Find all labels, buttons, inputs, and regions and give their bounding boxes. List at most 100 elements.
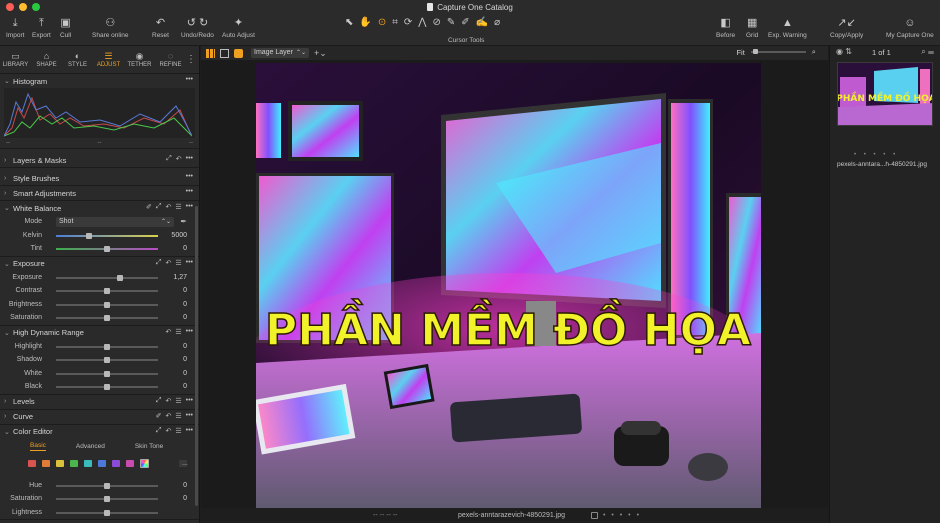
menu-icon[interactable]: ☰ <box>175 412 181 420</box>
more-icon[interactable]: ••• <box>186 203 193 211</box>
saturation-value[interactable]: 0 <box>183 314 187 321</box>
black-slider[interactable] <box>56 384 158 390</box>
import-button[interactable]: ⤓ Import <box>6 17 24 39</box>
shadow-slider[interactable] <box>56 357 158 363</box>
swatch-cyan[interactable] <box>84 460 92 467</box>
auto-icon[interactable]: ⤢ <box>156 203 162 211</box>
eye-icon[interactable] <box>234 48 243 58</box>
auto-icon[interactable]: ⤢ <box>156 427 162 435</box>
tool-panel-scrollbar[interactable] <box>195 206 198 506</box>
search-icon[interactable]: ⌕ ☰ <box>921 47 934 57</box>
export-button[interactable]: ⤒ Export <box>32 17 51 39</box>
black-slider-handle[interactable] <box>104 384 110 390</box>
saturation-slider[interactable] <box>56 315 158 321</box>
swatch-blue[interactable] <box>98 460 106 467</box>
kelvin-value[interactable]: 5000 <box>171 232 187 239</box>
more-icon[interactable]: ••• <box>186 328 193 336</box>
zoom-slider-handle[interactable] <box>752 49 758 54</box>
highlight-slider[interactable] <box>56 343 158 350</box>
grid-button[interactable]: ▦ Grid <box>746 17 758 39</box>
select-cursor-icon[interactable]: ⬉ <box>345 17 353 28</box>
more-icon[interactable]: ••• <box>186 76 193 83</box>
ruler-cursor-icon[interactable]: ⌀ <box>494 17 500 28</box>
tint-slider[interactable] <box>56 246 158 252</box>
menu-icon[interactable]: ☰ <box>175 397 181 405</box>
tab-tether[interactable]: ◉ TETHER <box>124 46 155 73</box>
tab-advanced[interactable]: Advanced <box>76 443 105 450</box>
reset-icon[interactable]: ↶ <box>165 328 171 336</box>
lightness-slider[interactable] <box>56 509 158 516</box>
more-icon[interactable]: ••• <box>186 155 193 163</box>
wb-mode-select[interactable]: Shot ⌃⌄ <box>56 217 174 227</box>
more-icon[interactable]: ••• <box>186 397 193 405</box>
white-slider[interactable] <box>56 370 158 377</box>
white-slider-handle[interactable] <box>104 370 110 377</box>
tab-skin-tone[interactable]: Skin Tone <box>135 443 163 450</box>
reset-icon[interactable]: ↶ <box>165 203 171 211</box>
menu-icon[interactable]: ☰ <box>175 427 181 435</box>
tab-refine[interactable]: ◌ REFINE <box>155 46 186 73</box>
picker-cursor-icon[interactable]: ✐ <box>461 17 469 28</box>
tab-library[interactable]: ▭ LIBRARY <box>0 46 31 73</box>
reset-icon[interactable]: ↶ <box>165 259 171 267</box>
annotate-cursor-icon[interactable]: ✍ <box>476 17 488 28</box>
zoom-level[interactable]: Fit <box>736 48 744 57</box>
hue-slider[interactable] <box>56 482 158 489</box>
eye-icon[interactable]: ◉ ⇅ <box>836 47 852 56</box>
contrast-value[interactable]: 0 <box>183 287 187 294</box>
tab-style[interactable]: ◐ STYLE <box>62 46 93 73</box>
reset-icon[interactable]: ↶ <box>165 427 171 435</box>
before-button[interactable]: ◧ Before <box>716 17 735 39</box>
saturation-slider-handle[interactable] <box>104 315 110 321</box>
grid-view-icon[interactable] <box>206 48 215 58</box>
white-value[interactable]: 0 <box>183 370 187 377</box>
exposure-slider-handle[interactable] <box>117 274 124 281</box>
picker-icon[interactable]: ✐ <box>146 203 152 211</box>
style-brushes-header[interactable]: › Style Brushes ••• <box>0 171 199 185</box>
swatch-orange[interactable] <box>42 460 50 467</box>
shadow-value[interactable]: 0 <box>183 356 187 363</box>
hue-slider-handle[interactable] <box>104 482 110 489</box>
layers-header[interactable]: › Layers & Masks ⤢ ↶ ••• <box>0 153 199 167</box>
swatch-red[interactable] <box>28 460 36 467</box>
smart-adjustments-header[interactable]: › Smart Adjustments ••• <box>0 186 199 200</box>
hue-value[interactable]: 0 <box>183 482 187 489</box>
more-icon[interactable]: ••• <box>186 427 193 435</box>
ce-saturation-value[interactable]: 0 <box>183 495 187 502</box>
menu-icon[interactable]: ☰ <box>175 259 181 267</box>
auto-icon[interactable]: ⤢ <box>156 397 162 405</box>
tab-adjust[interactable]: ☰ ADJUST <box>93 46 124 73</box>
kelvin-slider-handle[interactable] <box>85 232 92 239</box>
my-capture-one-button[interactable]: ☺ My Capture One <box>886 17 934 39</box>
menu-icon[interactable]: ☰ <box>175 328 181 336</box>
lightness-slider-handle[interactable] <box>104 509 110 516</box>
shadow-slider-handle[interactable] <box>104 357 110 363</box>
zoom-window-button[interactable] <box>32 3 40 11</box>
add-layer-icon[interactable]: +⌄ <box>314 48 327 59</box>
color-more-button[interactable]: ... <box>179 460 188 467</box>
copy-apply-button[interactable]: ↗↙ Copy/Apply <box>830 17 863 39</box>
auto-adjust-button[interactable]: ✦ Auto Adjust <box>222 17 255 39</box>
white-balance-header[interactable]: ⌄ White Balance ✐ ⤢ ↶ ☰ ••• <box>0 201 199 215</box>
more-icon[interactable]: ••• <box>186 173 193 180</box>
eyedropper-icon[interactable]: ✒ <box>180 217 187 226</box>
histogram-header[interactable]: ⌄ Histogram ••• <box>0 74 199 88</box>
more-icon[interactable]: ••• <box>186 259 193 267</box>
exp-warning-button[interactable]: ▲ Exp. Warning <box>768 17 807 39</box>
auto-icon[interactable]: ⤢ <box>166 155 172 163</box>
zoom-cursor-icon[interactable]: ⊙ <box>378 17 386 28</box>
more-icon[interactable]: ••• <box>186 412 193 420</box>
keystone-cursor-icon[interactable]: ⋀ <box>418 17 426 28</box>
brush-cursor-icon[interactable]: ✎ <box>447 17 455 28</box>
brightness-slider-handle[interactable] <box>104 301 110 308</box>
exposure-header[interactable]: ⌄ Exposure ⤢ ↶ ☰ ••• <box>0 257 199 271</box>
auto-icon[interactable]: ⤢ <box>156 259 162 267</box>
minimize-window-button[interactable] <box>19 3 27 11</box>
highlight-slider-handle[interactable] <box>104 343 110 350</box>
photo-preview[interactable]: PHẦN MỀM ĐỒ HỌA <box>256 63 761 508</box>
cull-button[interactable]: ▣ Cull <box>60 17 71 39</box>
rotate-cursor-icon[interactable]: ⟳ <box>404 17 412 28</box>
picker-icon[interactable]: ✐ <box>156 412 162 420</box>
tab-shape[interactable]: ⌂ SHAPE <box>31 46 62 73</box>
thumbnail-rating-dots[interactable]: • • • • • <box>854 152 898 158</box>
